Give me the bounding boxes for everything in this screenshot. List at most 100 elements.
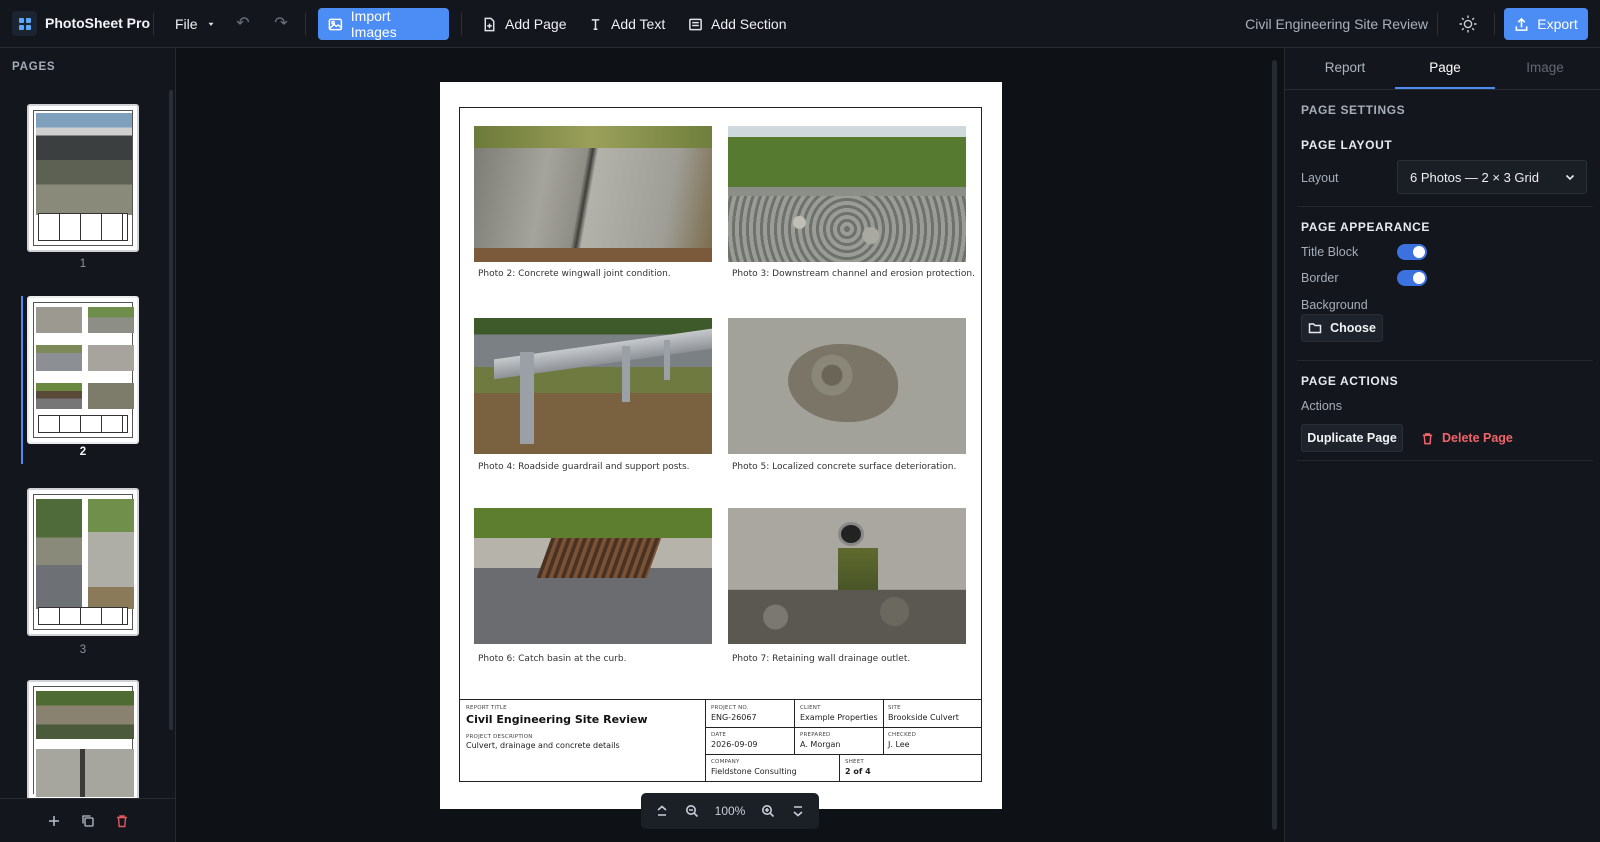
project-no-field: PROJECT NO. ENG-26067 <box>711 705 757 722</box>
report-title-field: REPORT TITLE Civil Engineering Site Revi… <box>466 705 648 750</box>
duplicate-page-label: Duplicate Page <box>1307 431 1397 445</box>
add-page-icon <box>484 17 495 31</box>
export-button[interactable]: Export <box>1504 8 1588 40</box>
border-label: Border <box>1301 271 1339 285</box>
choose-label: Choose <box>1330 321 1376 335</box>
prepared-value: A. Morgan <box>800 740 841 749</box>
page-number-2: 2 <box>79 446 87 458</box>
previous-page-icon[interactable] <box>655 804 669 818</box>
delete-page-button[interactable]: Delete Page <box>1421 424 1513 452</box>
project-no-value: ENG-26067 <box>711 713 757 722</box>
actions-label: Actions <box>1301 399 1342 413</box>
sidebar-footer <box>0 798 176 842</box>
section-divider <box>1297 206 1593 207</box>
site-field: SITE Brookside Culvert <box>888 705 959 722</box>
title-block: REPORT TITLE Civil Engineering Site Revi… <box>460 699 981 782</box>
choose-background-button[interactable]: Choose <box>1301 314 1383 342</box>
theme-toggle-sun-icon[interactable] <box>1458 14 1478 34</box>
page-actions-heading: PAGE ACTIONS <box>1301 374 1399 388</box>
page-number-1: 1 <box>79 258 87 270</box>
site-value: Brookside Culvert <box>888 713 959 722</box>
report-page[interactable]: Photo 2: Concrete wingwall joint conditi… <box>440 82 1002 809</box>
photo-caption: Photo 6: Catch basin at the curb. <box>478 654 627 664</box>
zoom-in-icon[interactable] <box>761 804 775 818</box>
page-layout-heading: PAGE LAYOUT <box>1301 138 1393 152</box>
sidebar-scrollbar[interactable] <box>169 90 173 730</box>
text-icon <box>591 18 600 30</box>
tab-image[interactable]: Image <box>1495 60 1595 75</box>
page-thumbnail-3[interactable] <box>27 488 139 636</box>
add-icon[interactable] <box>47 814 61 828</box>
border-toggle[interactable] <box>1397 270 1427 286</box>
prepared-field: PREPARED A. Morgan <box>800 732 840 749</box>
client-label: CLIENT <box>800 705 821 711</box>
duplicate-icon[interactable] <box>81 814 95 828</box>
zoom-level: 100% <box>714 804 746 818</box>
checked-label: CHECKED <box>888 732 917 738</box>
photo-wingwall[interactable] <box>474 126 712 262</box>
photo-caption: Photo 4: Roadside guardrail and support … <box>478 462 690 472</box>
sheet-value: 2 of 4 <box>845 767 871 776</box>
canvas-scrollbar[interactable] <box>1272 60 1277 830</box>
section-icon <box>689 18 702 30</box>
photo-concrete-deterioration[interactable] <box>728 318 966 454</box>
photo-caption: Photo 7: Retaining wall drainage outlet. <box>732 654 911 664</box>
add-text-label: Add Text <box>611 16 666 32</box>
section-divider <box>1297 360 1593 361</box>
zoom-out-icon[interactable] <box>685 804 699 818</box>
next-page-icon[interactable] <box>791 804 805 818</box>
checked-field: CHECKED J. Lee <box>888 732 916 749</box>
add-section-button[interactable]: Add Section <box>680 9 795 39</box>
import-images-button[interactable]: Import Images <box>318 8 449 40</box>
add-section-label: Add Section <box>711 16 787 32</box>
add-page-button[interactable]: Add Page <box>474 9 575 39</box>
tab-report[interactable]: Report <box>1295 60 1395 75</box>
trash-icon[interactable] <box>115 814 129 828</box>
app-logo-icon <box>12 11 37 36</box>
photo-caption: Photo 2: Concrete wingwall joint conditi… <box>478 269 671 279</box>
photo-drainage-outlet[interactable] <box>728 508 966 644</box>
layout-select[interactable]: 6 Photos — 2 × 3 Grid <box>1397 160 1587 194</box>
zoom-toolbar: 100% <box>641 793 819 829</box>
client-field: CLIENT Example Properties <box>800 705 878 722</box>
site-label: SITE <box>888 705 901 711</box>
duplicate-page-button[interactable]: Duplicate Page <box>1301 424 1403 452</box>
photo-channel[interactable] <box>728 126 966 262</box>
page-border: Photo 2: Concrete wingwall joint conditi… <box>459 107 982 782</box>
page-thumbnail-1[interactable] <box>27 104 139 252</box>
section-divider <box>1297 460 1593 461</box>
import-images-label: Import Images <box>350 8 397 40</box>
page-thumbnail-4[interactable] <box>27 680 139 798</box>
active-tab-underline <box>1395 87 1495 89</box>
company-value: Fieldstone Consulting <box>711 767 797 776</box>
file-menu-button[interactable]: File <box>167 9 224 39</box>
title-block-toggle[interactable] <box>1397 244 1427 260</box>
sheet-field: SHEET 2 of 4 <box>845 759 871 776</box>
top-toolbar: PhotoSheet Pro File ↶ ↷ Import Images Ad… <box>0 0 1600 48</box>
file-menu-label: File <box>175 16 198 32</box>
title-block-label: Title Block <box>1301 245 1359 259</box>
page-settings-heading: PAGE SETTINGS <box>1301 103 1406 117</box>
undo-icon[interactable]: ↶ <box>234 15 252 33</box>
checked-value: J. Lee <box>888 740 910 749</box>
properties-panel: Report Page Image PAGE SETTINGS PAGE LAY… <box>1284 48 1600 842</box>
app-name: PhotoSheet Pro <box>45 15 151 31</box>
page-thumbnail-2[interactable] <box>27 296 139 444</box>
photo-guardrail[interactable] <box>474 318 712 454</box>
redo-icon[interactable]: ↷ <box>272 15 290 33</box>
pages-heading: PAGES <box>12 61 56 73</box>
add-text-button[interactable]: Add Text <box>580 9 673 39</box>
background-label: Background <box>1301 298 1368 312</box>
delete-page-label: Delete Page <box>1442 431 1513 445</box>
trash-icon <box>1422 432 1433 444</box>
folder-icon <box>1308 323 1322 334</box>
client-value: Example Properties <box>800 713 878 722</box>
toolbar-divider <box>1494 13 1495 35</box>
add-page-label: Add Page <box>505 16 567 32</box>
photo-catch-basin[interactable] <box>474 508 712 644</box>
company-field: COMPANY Fieldstone Consulting <box>711 759 797 776</box>
date-value: 2026-09-09 <box>711 740 758 749</box>
title-block-divider <box>705 754 981 755</box>
tab-page[interactable]: Page <box>1395 60 1495 75</box>
page-appearance-heading: PAGE APPEARANCE <box>1301 220 1431 234</box>
